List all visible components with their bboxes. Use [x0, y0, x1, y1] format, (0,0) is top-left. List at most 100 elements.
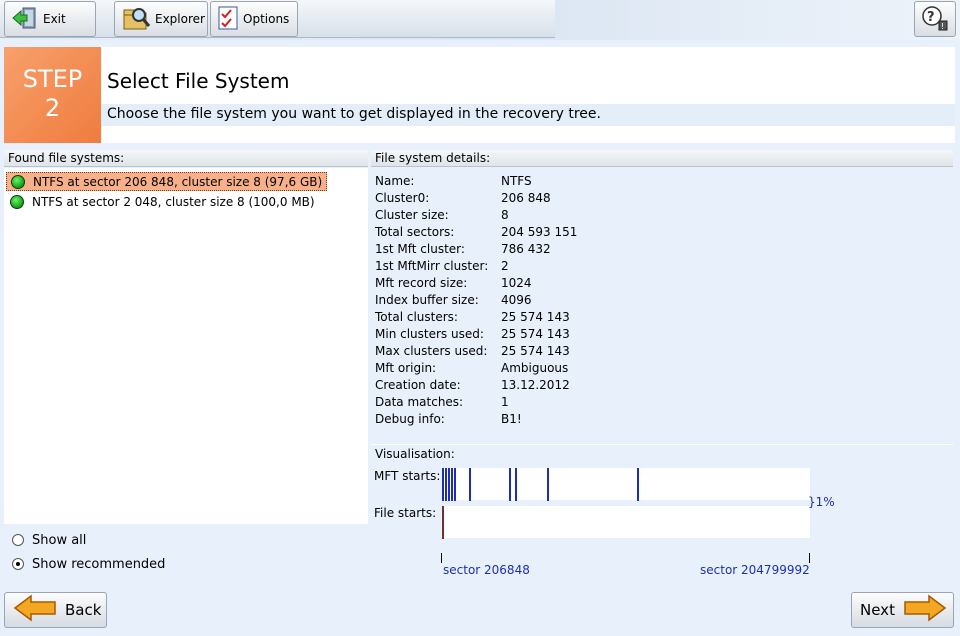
detail-value: 25 574 143 [501, 344, 570, 358]
detail-key: Index buffer size: [375, 293, 479, 307]
show-recommended-label: Show recommended [32, 556, 166, 572]
detail-value: 13.12.2012 [501, 378, 570, 392]
mft-start-mark [515, 468, 517, 501]
file-starts-label: File starts: [374, 506, 437, 520]
detail-row: Debug info: B1! [375, 412, 522, 429]
fs-details-header: File system details: [371, 150, 953, 167]
detail-value: B1! [501, 412, 522, 426]
fs-item-label: NTFS at sector 206 848, cluster size 8 (… [33, 174, 323, 189]
status-ok-icon [11, 174, 25, 189]
explorer-button[interactable]: Explorer [114, 1, 208, 37]
options-icon [217, 5, 239, 34]
fs-list-item-2[interactable]: NTFS at sector 2 048, cluster size 8 (10… [6, 192, 319, 211]
options-label: Options [243, 12, 290, 26]
mft-start-mark [442, 468, 444, 501]
show-all-radio[interactable]: Show all [12, 531, 86, 549]
fs-list: NTFS at sector 206 848, cluster size 8 (… [4, 168, 368, 524]
detail-key: Name: [375, 174, 415, 188]
detail-value: 8 [501, 208, 509, 222]
detail-value: 1024 [501, 276, 532, 290]
fs-list-item-1[interactable]: NTFS at sector 206 848, cluster size 8 (… [6, 172, 328, 191]
step-word: STEP [22, 65, 83, 93]
step-header: Select File System Choose the file syste… [101, 47, 955, 143]
radio-checked-icon [12, 558, 24, 570]
detail-row: Creation date: 13.12.2012 [375, 378, 570, 395]
detail-row: Name: NTFS [375, 174, 532, 191]
page-subtitle: Choose the file system you want to get d… [107, 106, 601, 122]
detail-row: Total clusters: 25 574 143 [375, 310, 570, 327]
detail-value: Ambiguous [501, 361, 569, 375]
sector-end-label: sector 204799992 [700, 563, 810, 577]
radio-icon [12, 534, 24, 546]
detail-value: 786 432 [501, 242, 551, 256]
detail-key: Cluster0: [375, 191, 430, 205]
arrow-left-icon [13, 594, 57, 626]
detail-row: 1st Mft cluster: 786 432 [375, 242, 551, 259]
mft-start-mark [451, 468, 453, 501]
toolbar: Exit Explorer Options ? ! [0, 0, 960, 40]
exit-icon [11, 5, 39, 34]
back-button[interactable]: Back [4, 592, 107, 628]
detail-row: Min clusters used: 25 574 143 [375, 327, 570, 344]
mft-start-mark [448, 468, 450, 501]
detail-key: Min clusters used: [375, 327, 484, 341]
detail-key: Total sectors: [375, 225, 455, 239]
detail-row: Data matches: 1 [375, 395, 509, 412]
detail-key: Data matches: [375, 395, 464, 409]
explorer-label: Explorer [155, 12, 205, 26]
page-title: Select File System [107, 69, 290, 93]
status-ok-icon [10, 194, 24, 209]
help-button[interactable]: ? ! [914, 1, 956, 37]
detail-row: Cluster0: 206 848 [375, 191, 551, 208]
detail-key: Mft record size: [375, 276, 468, 290]
visualisation-header: Visualisation: [371, 444, 953, 462]
exit-label: Exit [43, 12, 66, 26]
detail-value: 204 593 151 [501, 225, 578, 239]
detail-row: Total sectors: 204 593 151 [375, 225, 577, 242]
detail-value: 25 574 143 [501, 327, 570, 341]
detail-key: Debug info: [375, 412, 445, 426]
detail-value: 25 574 143 [501, 310, 570, 324]
detail-key: 1st MftMirr cluster: [375, 259, 489, 273]
axis-start-tick [441, 553, 442, 563]
detail-key: 1st Mft cluster: [375, 242, 465, 256]
sector-start-label: sector 206848 [443, 563, 530, 577]
file-starts-track [442, 506, 810, 539]
show-recommended-radio[interactable]: Show recommended [12, 555, 165, 573]
mft-start-mark [547, 468, 549, 501]
detail-value: NTFS [501, 174, 532, 188]
detail-key: Creation date: [375, 378, 461, 392]
detail-row: Max clusters used: 25 574 143 [375, 344, 570, 361]
detail-value: 2 [501, 259, 509, 273]
next-button[interactable]: Next [851, 592, 954, 628]
detail-key: Total clusters: [375, 310, 458, 324]
detail-row: Index buffer size: 4096 [375, 293, 532, 310]
step-indicator: STEP 2 [4, 47, 101, 143]
svg-text:?: ? [927, 10, 935, 25]
detail-row: 1st MftMirr cluster: 2 [375, 259, 509, 276]
explorer-icon [121, 4, 151, 35]
exit-button[interactable]: Exit [4, 1, 96, 37]
step-number: 2 [44, 94, 61, 122]
detail-key: Cluster size: [375, 208, 449, 222]
file-start-mark [442, 506, 444, 539]
fs-details: Name: NTFS Cluster0: 206 848 Cluster size:… [371, 168, 953, 438]
fs-item-label: NTFS at sector 2 048, cluster size 8 (10… [32, 194, 315, 209]
svg-text:!: ! [941, 22, 944, 31]
mft-start-mark [469, 468, 471, 501]
help-icon: ? ! [921, 4, 949, 35]
detail-row: Mft record size: 1024 [375, 276, 532, 293]
mft-start-mark [454, 468, 456, 501]
detail-value: 206 848 [501, 191, 551, 205]
back-label: Back [65, 601, 102, 619]
arrow-right-icon [903, 594, 947, 626]
mft-start-mark [637, 468, 639, 501]
mft-start-mark [445, 468, 447, 501]
detail-value: 1 [501, 395, 509, 409]
options-button[interactable]: Options [210, 1, 298, 37]
detail-key: Max clusters used: [375, 344, 488, 358]
detail-value: 4096 [501, 293, 532, 307]
show-all-label: Show all [32, 532, 87, 548]
next-label: Next [860, 601, 895, 619]
mft-percent: }1% [808, 495, 835, 509]
